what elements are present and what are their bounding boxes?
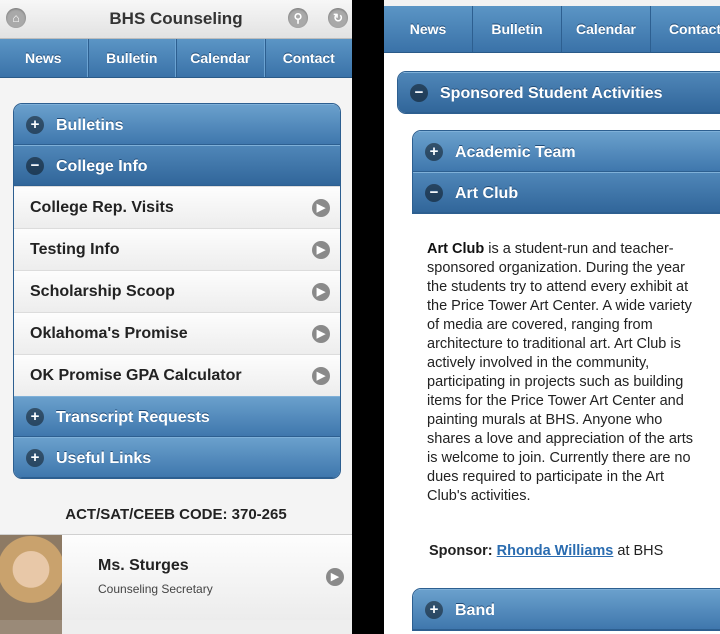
useful-links-collapsible[interactable]: + Useful Links [14,437,340,478]
sponsor-line: Sponsor: Rhonda Williams at BHS [429,543,663,559]
plus-icon: + [26,408,44,426]
chevron-right-icon: ▶ [312,283,330,301]
right-panel: News Bulletin Calendar Contact − Sponsor… [384,0,720,634]
nav-bulletin[interactable]: Bulletin [87,39,176,77]
nav-contact[interactable]: Contact [651,6,720,52]
art-club-collapsible[interactable]: − Art Club [413,172,720,213]
list-item-label: College Rep. Visits [30,199,174,216]
activities-collapsible-set: + Academic Team − Art Club [412,130,720,214]
art-club-lead: Art Club [427,241,485,257]
chevron-right-icon: ▶ [326,568,344,586]
navbar: News Bulletin Calendar Contact [384,6,720,53]
contact-title: Counseling Secretary [98,582,213,596]
minus-icon: − [26,157,44,175]
sponsored-activities-label: Sponsored Student Activities [440,85,663,102]
left-panel: ⌂ BHS Counseling ⚲ ↻ News Bulletin Calen… [0,0,352,634]
plus-icon: + [425,143,443,161]
plus-icon: + [425,601,443,619]
home-icon[interactable]: ⌂ [6,8,26,28]
avatar [0,535,62,621]
minus-icon: − [425,184,443,202]
nav-news[interactable]: News [0,39,88,77]
sponsored-activities-collapsible[interactable]: − Sponsored Student Activities [398,72,720,113]
bulletins-label: Bulletins [56,117,124,134]
academic-team-collapsible[interactable]: + Academic Team [413,131,720,172]
band-collapsible[interactable]: + Band [413,589,720,630]
chevron-right-icon: ▶ [312,325,330,343]
nav-calendar[interactable]: Calendar [176,39,265,77]
useful-links-label: Useful Links [56,450,152,467]
back-icon[interactable]: ↻ [328,8,348,28]
art-club-body: is a student-run and teacher-sponsored o… [427,241,693,504]
sponsor-suffix: at BHS [613,543,664,559]
ceeb-code: ACT/SAT/CEEB CODE: 370-265 [65,506,287,523]
contact-name: Ms. Sturges [98,557,189,574]
list-item-testing-info[interactable]: Testing Info ▶ [14,228,340,270]
list-item-label: OK Promise GPA Calculator [30,367,242,384]
list-item-scholarship-scoop[interactable]: Scholarship Scoop ▶ [14,270,340,312]
plus-icon: + [26,116,44,134]
art-club-description: Art Club is a student-run and teacher-sp… [427,240,699,506]
contact-row[interactable]: Ms. Sturges Counseling Secretary ▶ [0,534,352,622]
nav-bulletin[interactable]: Bulletin [473,6,562,52]
college-info-collapsible[interactable]: − College Info [14,145,340,186]
chevron-right-icon: ▶ [312,367,330,385]
plus-icon: + [26,449,44,467]
contact-row[interactable] [0,620,352,634]
chevron-right-icon: ▶ [312,241,330,259]
academic-team-label: Academic Team [455,144,576,161]
nav-news[interactable]: News [384,6,473,52]
transcript-requests-collapsible[interactable]: + Transcript Requests [14,396,340,437]
app-header: ⌂ BHS Counseling ⚲ ↻ [0,0,352,39]
art-club-label: Art Club [455,185,519,202]
page-title: BHS Counseling [109,9,243,28]
list-item-college-rep-visits[interactable]: College Rep. Visits ▶ [14,186,340,228]
navbar: News Bulletin Calendar Contact [0,39,352,78]
sponsored-activities-collapsible-wrapper: − Sponsored Student Activities [397,71,720,114]
nav-calendar[interactable]: Calendar [562,6,651,52]
college-info-label: College Info [56,158,148,175]
list-item-label: Scholarship Scoop [30,283,175,300]
list-item-gpa-calculator[interactable]: OK Promise GPA Calculator ▶ [14,354,340,396]
nav-contact[interactable]: Contact [264,39,353,77]
transcript-requests-label: Transcript Requests [56,409,210,426]
chevron-right-icon: ▶ [312,199,330,217]
band-collapsible-set: + Band [412,588,720,631]
list-item-label: Oklahoma's Promise [30,325,188,342]
list-item-label: Testing Info [30,241,120,258]
list-item-oklahomas-promise[interactable]: Oklahoma's Promise ▶ [14,312,340,354]
minus-icon: − [410,84,428,102]
sponsor-link[interactable]: Rhonda Williams [497,543,614,559]
avatar [0,620,62,634]
bulletins-collapsible[interactable]: + Bulletins [14,104,340,145]
search-icon[interactable]: ⚲ [288,8,308,28]
counseling-collapsible-set: + Bulletins − College Info College Rep. … [13,103,341,479]
sponsor-label: Sponsor: [429,543,493,559]
band-label: Band [455,602,495,619]
